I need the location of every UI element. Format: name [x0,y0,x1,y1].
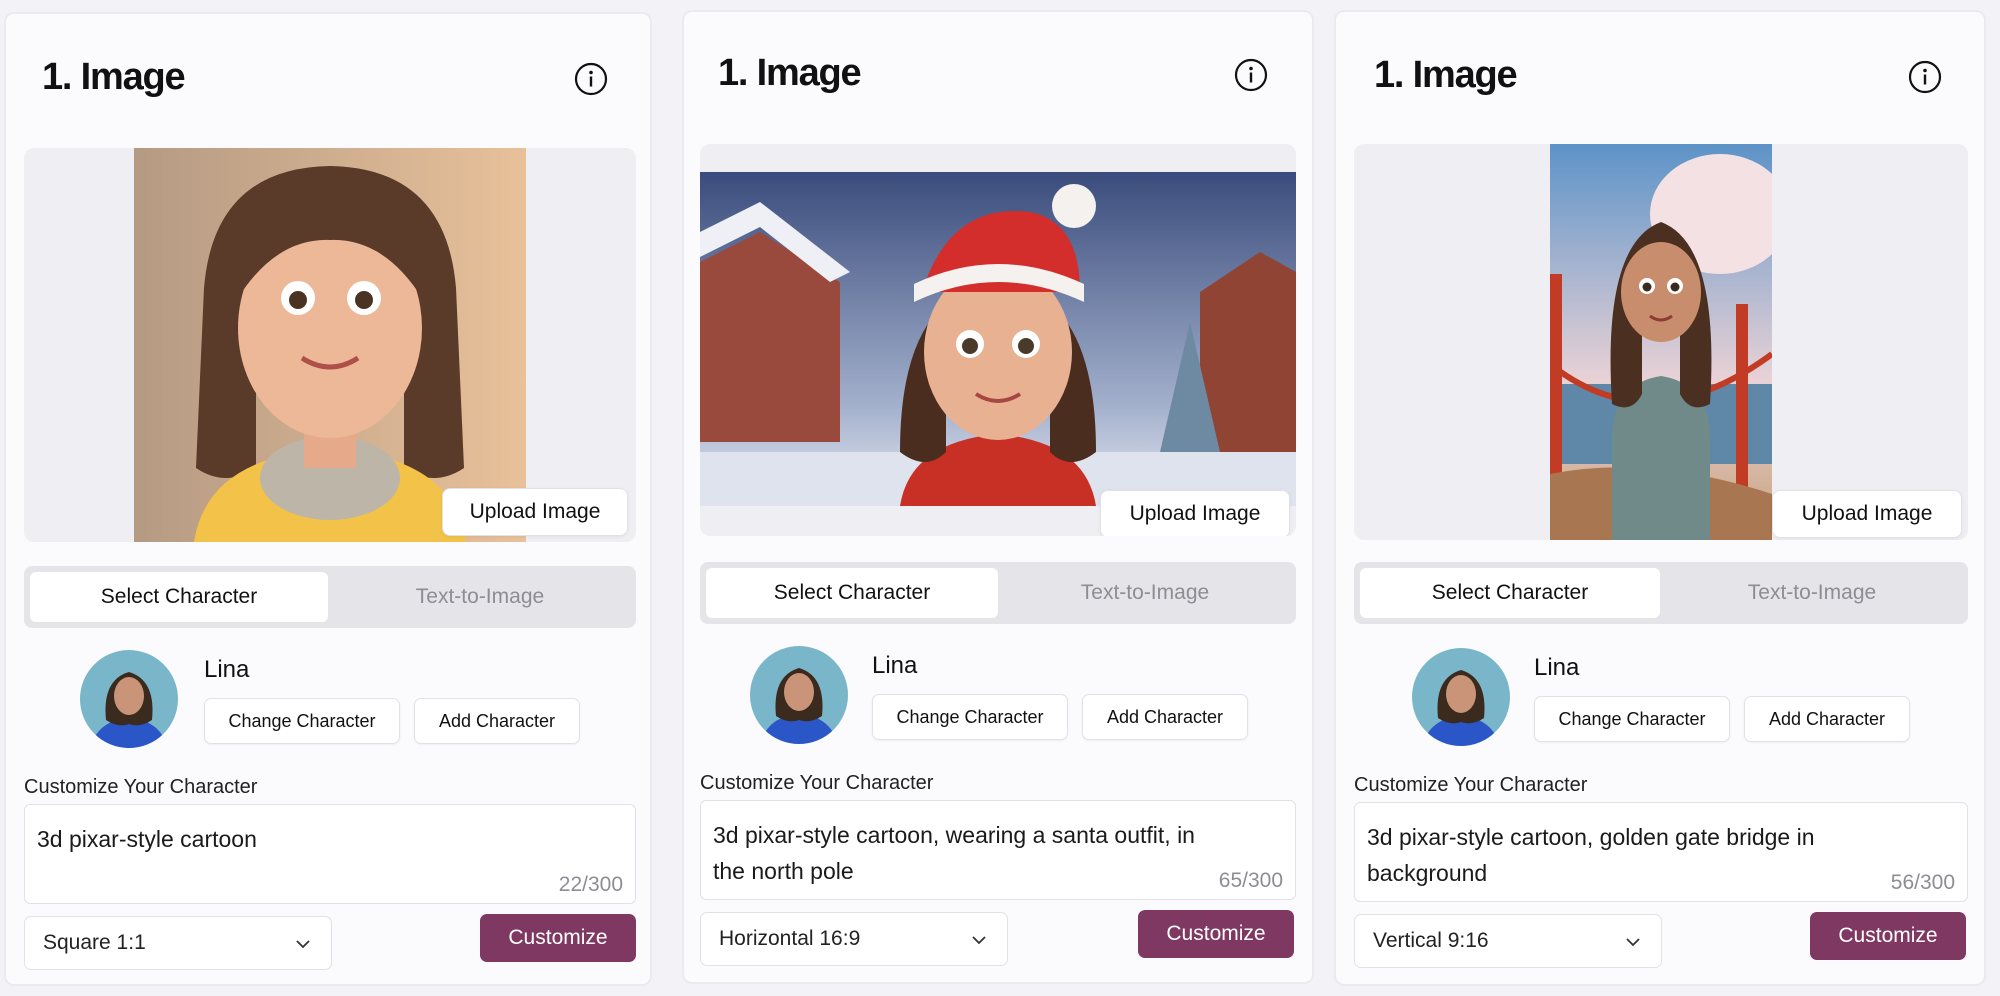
panel-title: 1. Image [42,56,186,98]
customize-button[interactable]: Customize [1810,912,1966,960]
customize-label: Customize Your Character [24,776,258,798]
character-name: Lina [1534,654,1580,681]
char-counter: 65/300 [1218,869,1283,892]
image-panel-horizontal: 1. Image Upload Image Select Character T… [682,10,1314,984]
character-preview-image [700,172,1296,506]
char-counter: 22/300 [558,873,623,896]
change-character-button[interactable]: Change Character [872,694,1068,740]
aspect-ratio-value: Vertical 9:16 [1373,929,1489,952]
info-icon[interactable] [574,62,608,96]
add-character-button[interactable]: Add Character [1744,696,1910,742]
aspect-ratio-value: Square 1:1 [43,931,146,954]
mode-tabs: Select Character Text-to-Image [700,562,1296,624]
customize-button[interactable]: Customize [480,914,636,962]
aspect-ratio-select[interactable]: Square 1:1 [24,916,332,970]
chevron-down-icon [1626,938,1640,947]
upload-image-button[interactable]: Upload Image [1100,490,1290,536]
image-panel-square: 1. Image Upload Image Select Character T… [4,12,652,986]
tab-text-to-image[interactable]: Text-to-Image [1000,568,1290,618]
aspect-ratio-value: Horizontal 16:9 [719,927,861,950]
add-character-button[interactable]: Add Character [414,698,580,744]
aspect-ratio-select[interactable]: Vertical 9:16 [1354,914,1662,968]
customize-button[interactable]: Customize [1138,910,1294,958]
tab-select-character[interactable]: Select Character [1360,568,1660,618]
character-avatar [750,646,848,744]
customize-prompt-input[interactable]: 3d pixar-style cartoon 22/300 [24,804,636,904]
tab-text-to-image[interactable]: Text-to-Image [330,572,630,622]
mode-tabs: Select Character Text-to-Image [24,566,636,628]
upload-image-button[interactable]: Upload Image [1772,490,1962,538]
info-icon[interactable] [1908,60,1942,94]
upload-image-button[interactable]: Upload Image [442,488,628,536]
character-name: Lina [204,656,250,683]
add-character-button[interactable]: Add Character [1082,694,1248,740]
panel-title: 1. Image [1374,54,1518,96]
customize-prompt-input[interactable]: 3d pixar-style cartoon, golden gate brid… [1354,802,1968,902]
character-preview-image [134,148,526,542]
panel-title: 1. Image [718,52,862,94]
character-name: Lina [872,652,918,679]
prompt-text: 3d pixar-style cartoon [37,826,257,852]
info-icon[interactable] [1234,58,1268,92]
image-panel-vertical: 1. Image Upload Image Select Character T… [1334,10,1986,986]
chevron-down-icon [972,936,986,945]
image-preview-area: Upload Image [1354,144,1968,540]
tab-text-to-image[interactable]: Text-to-Image [1662,568,1962,618]
character-avatar [1412,648,1510,746]
character-avatar [80,650,178,748]
chevron-down-icon [296,940,310,949]
customize-prompt-input[interactable]: 3d pixar-style cartoon, wearing a santa … [700,800,1296,900]
mode-tabs: Select Character Text-to-Image [1354,562,1968,624]
prompt-text: 3d pixar-style cartoon, golden gate brid… [1367,824,1815,886]
customize-label: Customize Your Character [1354,774,1588,796]
tab-select-character[interactable]: Select Character [706,568,998,618]
image-preview-area: Upload Image [24,148,636,542]
character-preview-image [1550,144,1772,540]
tab-select-character[interactable]: Select Character [30,572,328,622]
image-preview-area: Upload Image [700,144,1296,536]
change-character-button[interactable]: Change Character [1534,696,1730,742]
change-character-button[interactable]: Change Character [204,698,400,744]
aspect-ratio-select[interactable]: Horizontal 16:9 [700,912,1008,966]
char-counter: 56/300 [1890,871,1955,894]
prompt-text: 3d pixar-style cartoon, wearing a santa … [713,822,1195,884]
customize-label: Customize Your Character [700,772,934,794]
